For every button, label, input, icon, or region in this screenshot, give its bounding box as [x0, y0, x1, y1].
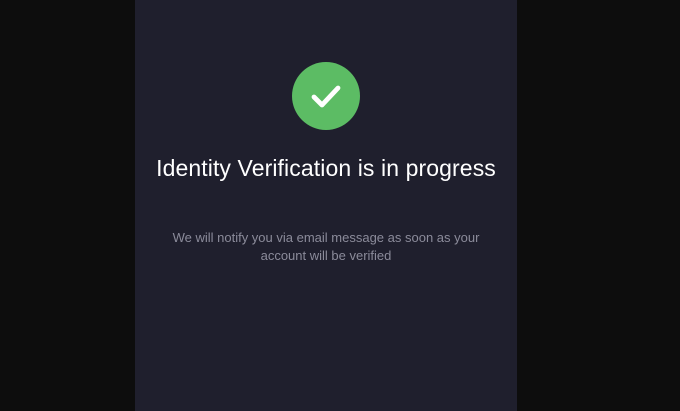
- screen-backdrop: Identity Verification is in progress We …: [0, 0, 680, 411]
- verification-message: We will notify you via email message as …: [172, 230, 480, 263]
- checkmark-icon: [311, 85, 341, 108]
- verification-panel: Identity Verification is in progress We …: [135, 0, 517, 411]
- check-circle-icon: [292, 62, 360, 130]
- verification-title: Identity Verification is in progress: [156, 155, 496, 181]
